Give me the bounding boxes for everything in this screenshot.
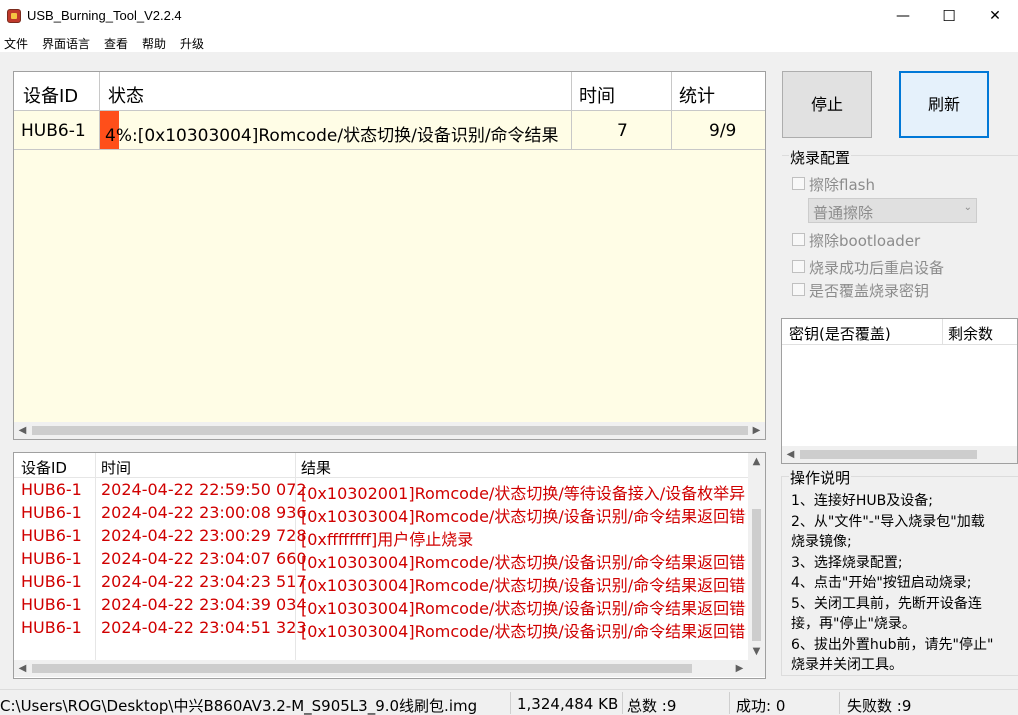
close-button[interactable]: ✕ <box>972 4 1018 28</box>
minimize-button[interactable]: — <box>880 4 926 28</box>
menu-language[interactable]: 界面语言 <box>42 35 90 52</box>
maximize-button[interactable]: ☐ <box>926 4 972 28</box>
log-table[interactable]: 设备ID 时间 结果 HUB6-1 2024-04-22 22:59:50 07… <box>13 452 766 679</box>
device-grid-hscroll[interactable]: ◀ ▶ <box>14 422 765 439</box>
header-status[interactable]: 状态 <box>108 82 144 108</box>
menu-help[interactable]: 帮助 <box>142 35 166 52</box>
erase-mode-select[interactable]: 普通擦除 ⌄ <box>808 198 977 223</box>
table-row[interactable]: HUB6-1 2024-04-22 23:00:29 728 [0xffffff… <box>14 524 748 549</box>
log-table-header: 设备ID 时间 结果 <box>14 453 748 478</box>
row-stats: 9/9 <box>709 121 737 141</box>
menu-view[interactable]: 查看 <box>104 35 128 52</box>
log-rows: HUB6-1 2024-04-22 22:59:50 072 [0x103020… <box>14 478 748 660</box>
log-table-vscroll[interactable]: ▲ ▼ <box>748 453 765 660</box>
stop-button[interactable]: 停止 <box>782 71 872 138</box>
scroll-up-icon[interactable]: ▲ <box>748 453 765 470</box>
window-title: USB_Burning_Tool_V2.2.4 <box>27 8 182 23</box>
overwrite-key-checkbox[interactable]: 是否覆盖烧录密钥 <box>792 280 929 301</box>
menu-file[interactable]: 文件 <box>4 35 28 52</box>
table-row[interactable]: HUB6-1 2024-04-22 23:04:51 323 [0x103030… <box>14 616 748 641</box>
table-row[interactable]: HUB6-1 2024-04-22 23:00:08 936 [0x103030… <box>14 501 748 526</box>
reboot-after-checkbox[interactable]: 烧录成功后重启设备 <box>792 257 944 278</box>
header-stats[interactable]: 统计 <box>679 82 715 108</box>
row-time: 7 <box>617 121 628 141</box>
scroll-right-icon[interactable]: ▶ <box>731 660 748 677</box>
status-path: C:\Users\ROG\Desktop\中兴B860AV3.2-M_S905L… <box>0 697 478 715</box>
row-status: 4%:[0x10303004]Romcode/状态切换/设备识别/命令结果 <box>105 126 559 146</box>
instructions-text: 1、连接好HUB及设备; 2、从"文件"-"导入烧录包"加载 烧录镜像; 3、选… <box>791 493 994 673</box>
scroll-thumb[interactable] <box>752 509 761 641</box>
scroll-thumb[interactable] <box>32 664 692 673</box>
header-device-id[interactable]: 设备ID <box>23 82 78 108</box>
menu-upgrade[interactable]: 升级 <box>180 35 204 52</box>
status-success: 成功: 0 <box>736 697 786 715</box>
chevron-down-icon: ⌄ <box>963 202 972 213</box>
status-bar: C:\Users\ROG\Desktop\中兴B860AV3.2-M_S905L… <box>0 689 1018 715</box>
scroll-left-icon[interactable]: ◀ <box>782 446 799 463</box>
instructions-group: 操作说明 1、连接好HUB及设备; 2、从"文件"-"导入烧录包"加载 烧录镜像… <box>781 467 1018 676</box>
key-table-hscroll[interactable]: ◀ <box>782 446 1017 463</box>
scroll-down-icon[interactable]: ▼ <box>748 643 765 660</box>
key-col-1[interactable]: 密钥(是否覆盖) <box>789 323 891 344</box>
device-grid-header: 设备ID 状态 时间 统计 <box>14 72 765 111</box>
config-title: 烧录配置 <box>789 147 852 168</box>
key-table-header: 密钥(是否覆盖) 剩余数 <box>782 319 1017 345</box>
instructions-title: 操作说明 <box>789 467 852 488</box>
log-header-device-id[interactable]: 设备ID <box>21 457 67 478</box>
table-row[interactable]: HUB6-1 2024-04-22 23:04:07 660 [0x103030… <box>14 547 748 572</box>
table-row[interactable]: HUB6-1 2024-04-22 22:59:50 072 [0x103020… <box>14 478 748 503</box>
scroll-thumb[interactable] <box>32 426 748 435</box>
erase-bootloader-checkbox[interactable]: 擦除bootloader <box>792 230 920 251</box>
scroll-right-icon[interactable]: ▶ <box>748 422 765 439</box>
row-device-id: HUB6-1 <box>21 121 86 141</box>
table-row[interactable]: HUB6-1 2024-04-22 23:04:39 034 [0x103030… <box>14 593 748 618</box>
device-row[interactable]: HUB6-1 4%:[0x10303004]Romcode/状态切换/设备识别/… <box>14 111 765 150</box>
status-total: 总数 :9 <box>627 697 677 715</box>
scroll-thumb[interactable] <box>800 450 977 459</box>
device-grid[interactable]: 设备ID 状态 时间 统计 HUB6-1 4%:[0x10303004]Romc… <box>13 71 766 440</box>
refresh-button[interactable]: 刷新 <box>899 71 989 138</box>
header-time[interactable]: 时间 <box>579 82 615 108</box>
status-fail: 失败数 :9 <box>847 697 912 715</box>
log-table-hscroll[interactable]: ◀ ▶ <box>14 660 765 677</box>
app-icon <box>7 9 21 23</box>
key-col-2[interactable]: 剩余数 <box>948 323 993 344</box>
config-group: 烧录配置 擦除flash 普通擦除 ⌄ 擦除bootloader 烧录成功后重启… <box>782 147 1018 308</box>
table-row[interactable]: HUB6-1 2024-04-22 23:04:23 517 [0x103030… <box>14 570 748 595</box>
log-header-result[interactable]: 结果 <box>301 457 331 478</box>
log-header-time[interactable]: 时间 <box>101 457 131 478</box>
scroll-left-icon[interactable]: ◀ <box>14 422 31 439</box>
erase-flash-checkbox[interactable]: 擦除flash <box>792 174 875 195</box>
key-table[interactable]: 密钥(是否覆盖) 剩余数 ◀ <box>781 318 1018 464</box>
title-bar: USB_Burning_Tool_V2.2.4 — ☐ ✕ <box>0 0 1018 32</box>
status-size: 1,324,484 KB <box>517 695 619 713</box>
menu-bar: 文件 界面语言 查看 帮助 升级 <box>0 32 1018 52</box>
scroll-left-icon[interactable]: ◀ <box>14 660 31 677</box>
